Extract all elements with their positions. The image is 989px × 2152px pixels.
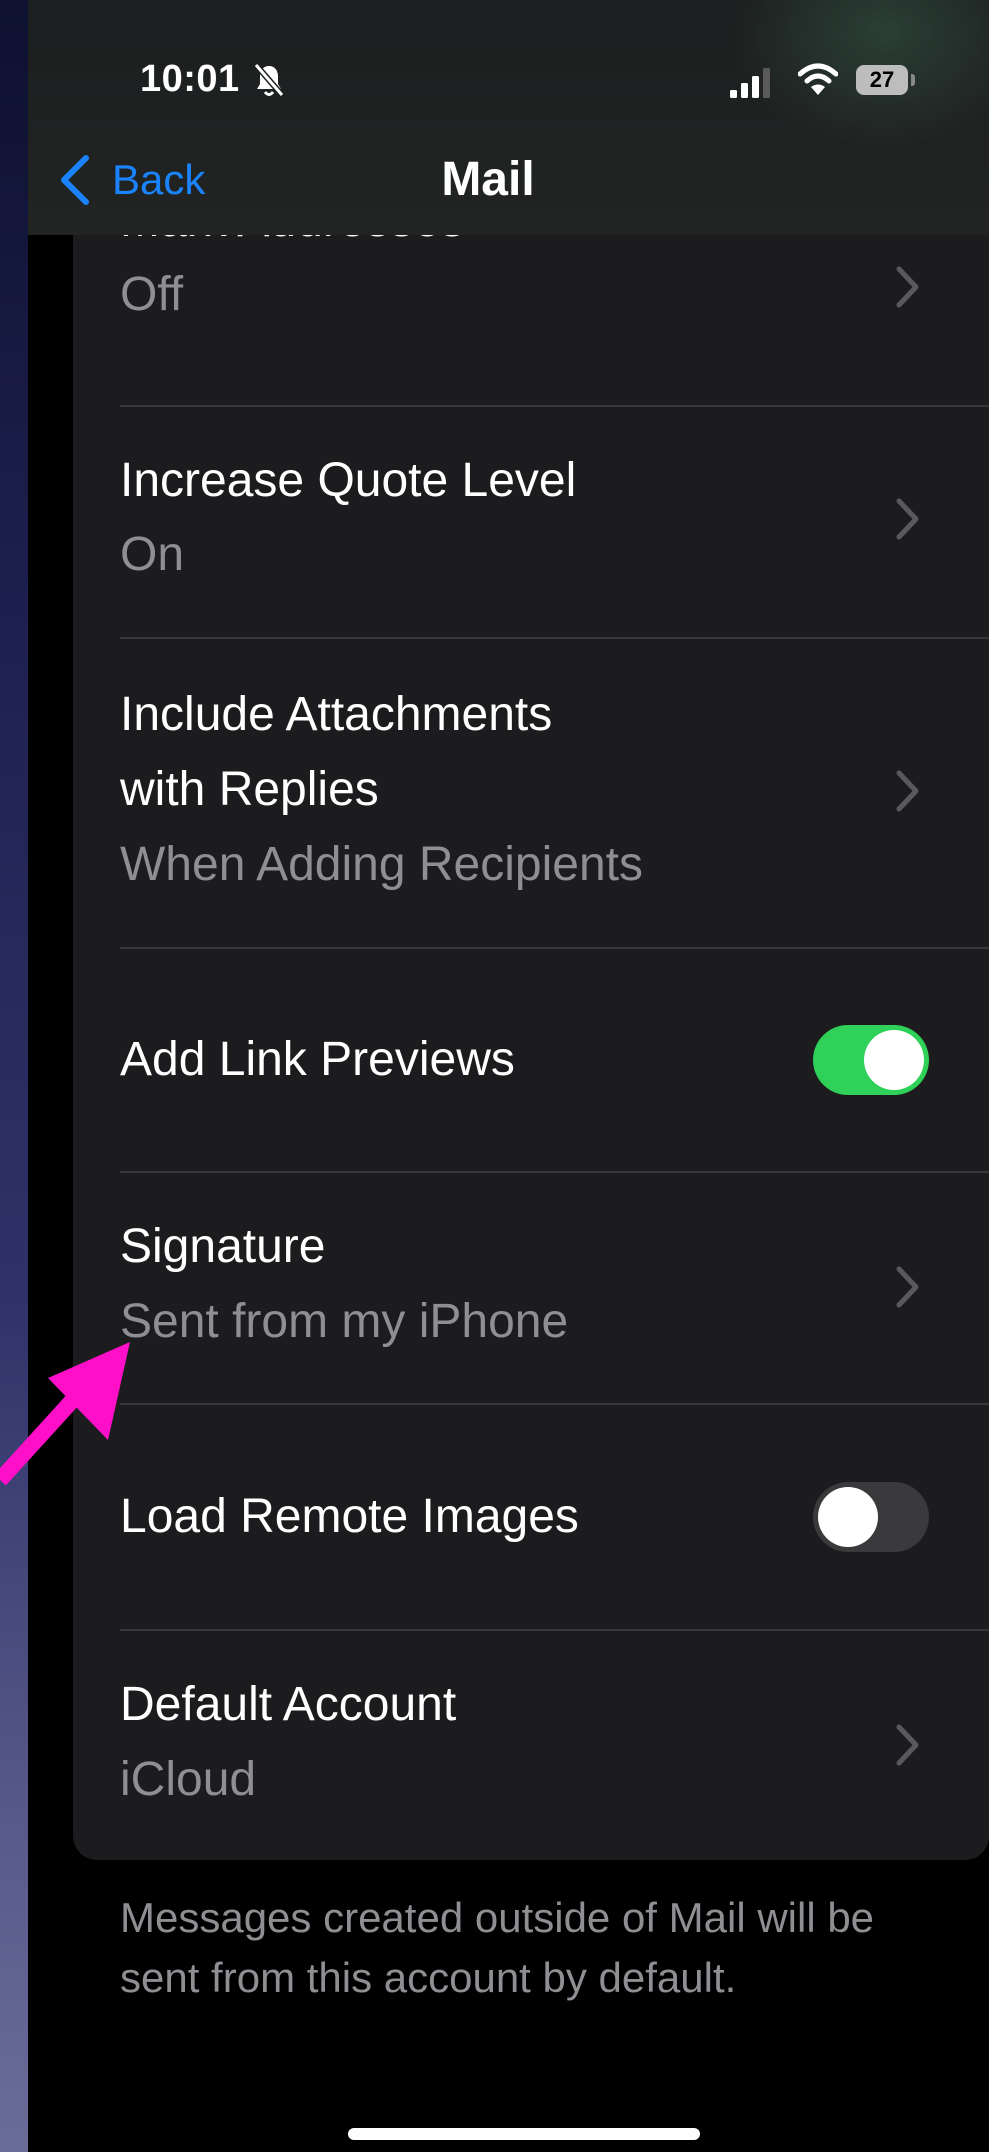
toggle-knob [818, 1487, 878, 1547]
row-title: Increase Quote Level [120, 454, 577, 507]
annotation-arrow-icon [0, 1342, 130, 1486]
battery-level: 27 [869, 67, 895, 92]
row-add-link-previews: Add Link Previews [73, 949, 989, 1171]
toggle-knob [864, 1030, 924, 1090]
row-increase-quote-level[interactable]: Increase Quote Level On [73, 407, 989, 637]
wifi-icon [798, 63, 838, 95]
page-title: Mail [441, 153, 535, 206]
row-value: Sent from my iPhone [120, 1295, 569, 1348]
row-value: When Adding Recipients [120, 838, 643, 891]
chevron-right-icon [896, 1266, 919, 1308]
chevron-right-icon [896, 266, 919, 308]
navigation-header: 10:01 27 Back Mail [28, 0, 989, 235]
row-signature[interactable]: Signature Sent from my iPhone [73, 1173, 989, 1403]
remote-images-toggle[interactable] [813, 1482, 929, 1552]
row-title: Default Account [120, 1678, 457, 1731]
home-indicator[interactable] [348, 2128, 700, 2140]
row-value: Off [120, 268, 184, 321]
default-account-footnote: Messages created outside of Mail will be… [120, 1894, 875, 2001]
background-photo-edge [0, 0, 28, 2152]
battery-icon: 27 [856, 65, 908, 95]
link-previews-toggle[interactable] [813, 1025, 929, 1095]
row-include-attachments[interactable]: Include Attachments with Replies When Ad… [73, 639, 989, 947]
chevron-right-icon [896, 498, 919, 540]
row-load-remote-images: Load Remote Images [73, 1405, 989, 1629]
mail-settings-card: Mark Addresses Off Increase Quote Level … [73, 194, 989, 1860]
cellular-signal-icon [730, 68, 770, 98]
bell-slash-icon [253, 63, 285, 97]
row-title: Add Link Previews [120, 1033, 515, 1086]
row-value: iCloud [120, 1753, 257, 1806]
phone-screen: Mark Addresses Off Increase Quote Level … [28, 0, 989, 2152]
chevron-right-icon [896, 770, 919, 812]
status-time: 10:01 [140, 58, 240, 100]
row-default-account[interactable]: Default Account iCloud [73, 1631, 989, 1860]
row-title: Signature [120, 1220, 326, 1273]
row-title-line2: with Replies [120, 763, 379, 816]
row-title-line1: Include Attachments [120, 688, 553, 741]
row-title: Load Remote Images [120, 1490, 579, 1543]
chevron-right-icon [896, 1724, 919, 1766]
row-value: On [120, 528, 185, 581]
